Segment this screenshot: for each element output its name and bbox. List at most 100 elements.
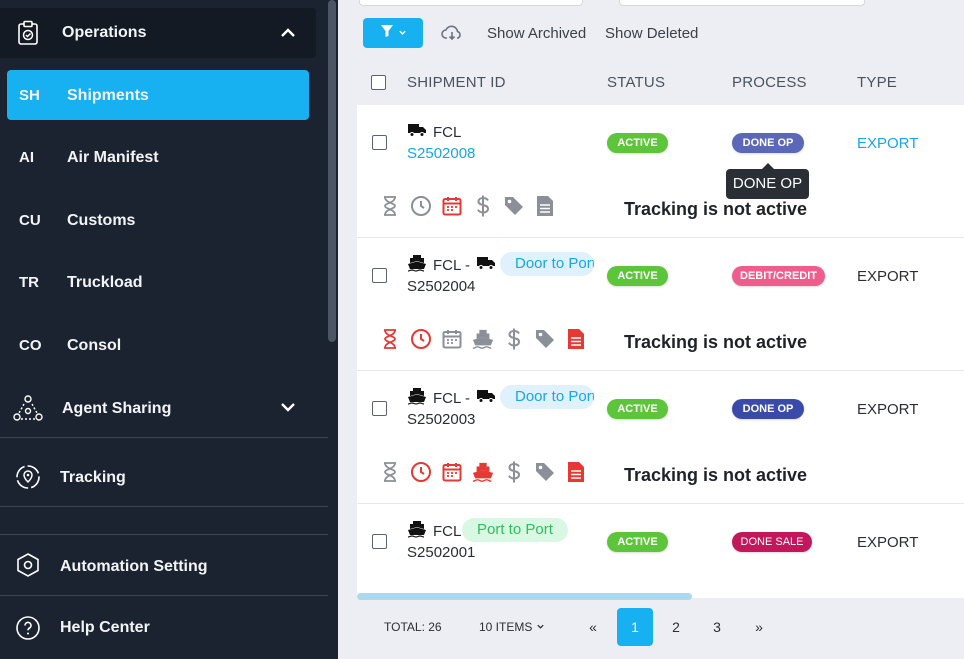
sidebar-item-label: Shipments	[67, 87, 149, 104]
shipment-id[interactable]: S2502003	[407, 411, 475, 428]
process-badge[interactable]: DEBIT/CREDIT	[732, 266, 825, 286]
ship-icon[interactable]	[472, 328, 494, 350]
sidebar-item-air-manifest[interactable]: AI Air Manifest	[7, 132, 309, 182]
prev-page-button[interactable]: «	[575, 608, 611, 646]
truck-icon	[476, 388, 496, 408]
status-badge: ACTIVE	[607, 399, 668, 419]
horizontal-scrollbar[interactable]	[357, 593, 692, 600]
calendar-icon[interactable]	[441, 195, 463, 217]
cloud-download-icon[interactable]	[441, 24, 463, 47]
sidebar-item-label: Consol	[67, 337, 122, 354]
hexagon-settings-icon	[14, 551, 42, 579]
main-content: Show Archived Show Deleted SHIPMENT ID S…	[338, 0, 964, 659]
sidebar-item-abbr: CU	[19, 212, 41, 229]
document-icon[interactable]	[565, 328, 587, 350]
mode-label: FCL	[433, 123, 462, 141]
sidebar-scrollbar[interactable]	[328, 0, 336, 342]
status-badge: ACTIVE	[607, 266, 668, 286]
clipboard-check-icon	[14, 19, 42, 47]
tag-icon[interactable]	[503, 195, 525, 217]
sidebar-item-customs[interactable]: CU Customs	[7, 195, 309, 245]
row-checkbox[interactable]	[372, 534, 387, 549]
document-icon[interactable]	[565, 461, 587, 483]
total-count: TOTAL: 26	[384, 620, 442, 634]
sidebar-item-abbr: TR	[19, 274, 39, 291]
show-deleted-link[interactable]: Show Deleted	[605, 25, 698, 42]
column-header-type[interactable]: TYPE	[857, 74, 897, 91]
ship-icon	[407, 520, 427, 542]
column-header-process[interactable]: PROCESS	[732, 74, 807, 91]
type-link[interactable]: EXPORT	[857, 135, 918, 152]
shipment-id-link[interactable]: S2502008	[407, 145, 475, 162]
shipments-table: FCL S2502008 ACTIVE DONE OP EXPORT Track…	[357, 105, 964, 598]
select-all-checkbox[interactable]	[371, 75, 386, 90]
row-action-icons	[379, 461, 587, 483]
dollar-icon[interactable]	[503, 461, 525, 483]
filter-dropdown-button[interactable]	[363, 18, 423, 48]
dollar-icon[interactable]	[503, 328, 525, 350]
status-badge: ACTIVE	[607, 133, 668, 153]
route-tag: Door to Port	[500, 252, 594, 276]
chevron-down-icon[interactable]	[278, 397, 298, 417]
operations-label: Operations	[62, 24, 147, 41]
row-checkbox[interactable]	[372, 135, 387, 150]
show-archived-link[interactable]: Show Archived	[487, 25, 586, 42]
calendar-icon[interactable]	[441, 328, 463, 350]
page-button-2[interactable]: 2	[658, 608, 694, 646]
sidebar-item-shipments[interactable]: SH Shipments	[7, 70, 309, 120]
sidebar-item-abbr: AI	[19, 149, 34, 166]
hourglass-icon[interactable]	[379, 328, 401, 350]
row-checkbox[interactable]	[372, 268, 387, 283]
page-button-1[interactable]: 1	[617, 608, 653, 646]
sidebar-item-label: Customs	[67, 212, 136, 229]
dollar-icon[interactable]	[472, 195, 494, 217]
sidebar-item-label: Truckload	[67, 274, 143, 291]
chevron-down-icon	[536, 620, 545, 634]
document-icon[interactable]	[534, 195, 556, 217]
clock-icon[interactable]	[410, 461, 432, 483]
shipment-id[interactable]: S2502004	[407, 278, 475, 295]
hourglass-icon[interactable]	[379, 195, 401, 217]
column-header-status[interactable]: STATUS	[607, 74, 665, 91]
tracking-label: Tracking	[60, 469, 126, 486]
table-row[interactable]: FCL - Door to Port S2502003 ACTIVE DONE …	[357, 371, 964, 504]
ship-icon	[407, 387, 427, 409]
tag-icon[interactable]	[534, 328, 556, 350]
operations-section-header[interactable]: Operations	[0, 8, 316, 58]
search-input-partial[interactable]	[359, 0, 583, 6]
next-page-button[interactable]: »	[741, 608, 777, 646]
shipment-mode: FCL -	[407, 388, 496, 408]
page-button-3[interactable]: 3	[699, 608, 735, 646]
items-per-page-label: 10 ITEMS	[479, 620, 533, 634]
truck-icon	[407, 122, 427, 142]
process-badge[interactable]: DONE SALE	[732, 532, 812, 552]
tracking-status-text: Tracking is not active	[624, 332, 808, 352]
clock-icon[interactable]	[410, 195, 432, 217]
sidebar-item-label: Air Manifest	[67, 149, 159, 166]
process-badge[interactable]: DONE OP	[732, 133, 804, 153]
shipment-id[interactable]: S2502001	[407, 544, 475, 561]
filter-input-partial[interactable]	[619, 0, 865, 6]
table-row[interactable]: FCL - Door to Port S2502004 ACTIVE DEBIT…	[357, 238, 964, 371]
type-text: EXPORT	[857, 534, 919, 551]
row-checkbox[interactable]	[372, 401, 387, 416]
ship-icon[interactable]	[472, 461, 494, 483]
sidebar-item-abbr: CO	[19, 337, 42, 354]
hourglass-icon[interactable]	[379, 461, 401, 483]
column-header-shipment-id[interactable]: SHIPMENT ID	[407, 74, 506, 91]
sidebar-item-consol[interactable]: CO Consol	[7, 320, 309, 370]
sidebar-divider	[0, 534, 328, 535]
table-row[interactable]: FCL S2502008 ACTIVE DONE OP EXPORT Track…	[357, 105, 964, 238]
status-badge: ACTIVE	[607, 532, 668, 552]
calendar-icon[interactable]	[441, 461, 463, 483]
sidebar-item-truckload[interactable]: TR Truckload	[7, 257, 309, 307]
tag-icon[interactable]	[534, 461, 556, 483]
clock-icon[interactable]	[410, 328, 432, 350]
location-pin-icon	[14, 463, 42, 491]
sidebar-divider	[0, 506, 328, 507]
chevron-up-icon[interactable]	[278, 23, 298, 43]
items-per-page-select[interactable]: 10 ITEMS	[479, 620, 545, 634]
mode-label: FCL -	[433, 389, 470, 407]
process-badge[interactable]: DONE OP	[732, 399, 804, 419]
shipment-mode: FCL	[407, 521, 461, 541]
